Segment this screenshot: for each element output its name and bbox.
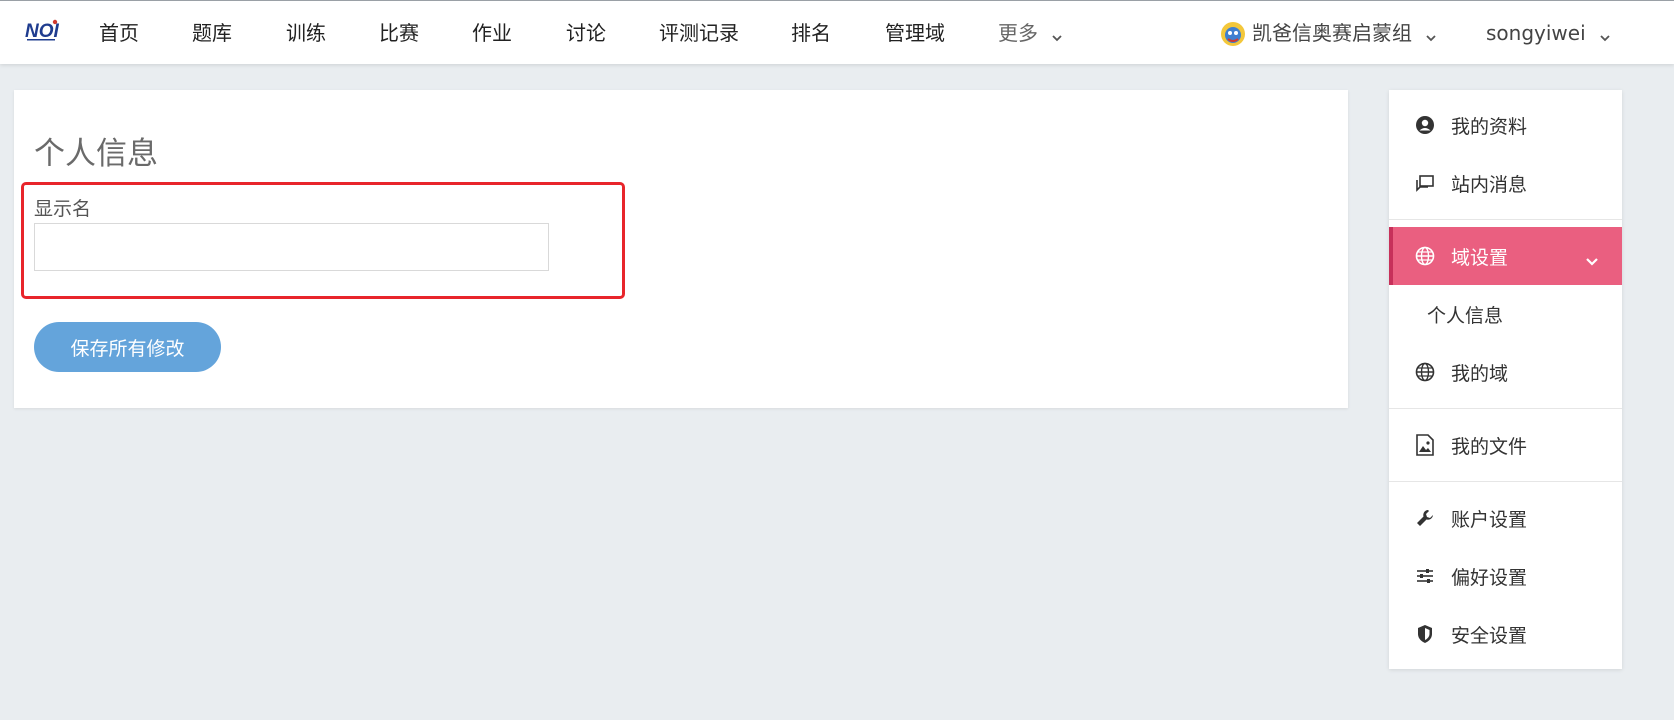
user-label: songyiwei — [1486, 21, 1586, 45]
group-label: 凯爸信奥赛启蒙组 — [1252, 21, 1412, 45]
sidebar-item-label: 安全设置 — [1451, 624, 1528, 647]
nav-problems[interactable]: 题库 — [192, 1, 232, 65]
sidebar-item-security[interactable]: 安全设置 — [1389, 605, 1622, 663]
sidebar-item-messages[interactable]: 站内消息 — [1389, 154, 1622, 212]
user-circle-icon — [1413, 113, 1437, 137]
nav-homework[interactable]: 作业 — [472, 1, 512, 65]
svg-text:NOI: NOI — [25, 21, 60, 42]
chevron-down-icon — [1052, 3, 1062, 67]
group-avatar-icon — [1220, 21, 1246, 47]
nav-manage-domain[interactable]: 管理域 — [885, 1, 945, 65]
display-name-input[interactable] — [34, 223, 549, 271]
nav-home[interactable]: 首页 — [99, 1, 139, 65]
nav-records[interactable]: 评测记录 — [659, 1, 739, 65]
nav-discussion[interactable]: 讨论 — [566, 1, 606, 65]
sidebar-item-label: 我的域 — [1451, 362, 1509, 385]
chevron-down-icon — [1426, 3, 1436, 67]
sidebar-item-domain-settings[interactable]: 域设置 — [1389, 227, 1622, 285]
sidebar-item-label: 域设置 — [1451, 246, 1509, 269]
nav-contests[interactable]: 比赛 — [379, 1, 419, 65]
wrench-icon — [1413, 506, 1437, 530]
sidebar-item-account-settings[interactable]: 账户设置 — [1389, 489, 1622, 547]
sidebar-item-label: 账户设置 — [1451, 508, 1528, 531]
chevron-down-icon — [1600, 3, 1610, 67]
sidebar-item-my-domains[interactable]: 我的域 — [1389, 343, 1622, 401]
sidebar-divider — [1389, 408, 1622, 409]
sidebar-item-personal-info[interactable]: 个人信息 — [1389, 285, 1622, 343]
sidebar-divider — [1389, 481, 1622, 482]
image-file-icon — [1413, 433, 1437, 457]
sidebar-item-preferences[interactable]: 偏好设置 — [1389, 547, 1622, 605]
sidebar-item-label: 个人信息 — [1427, 304, 1504, 327]
settings-sidebar: 我的资料 站内消息 域设置 个人信息 我的域 我的文件 账户设置 偏好设置 安全… — [1389, 90, 1622, 669]
sidebar-divider — [1389, 219, 1622, 220]
profile-card: 个人信息 显示名 保存所有修改 — [14, 90, 1348, 408]
message-icon — [1413, 171, 1437, 195]
sidebar-item-label: 我的资料 — [1451, 115, 1528, 138]
globe-icon — [1413, 360, 1437, 384]
user-menu[interactable]: songyiwei — [1486, 1, 1610, 65]
display-name-label: 显示名 — [34, 198, 92, 220]
nav-more-dropdown[interactable]: 更多 — [998, 1, 1062, 65]
group-switcher[interactable]: 凯爸信奥赛启蒙组 — [1252, 1, 1436, 65]
nav-more-label: 更多 — [998, 21, 1038, 45]
site-logo[interactable]: NOI — [24, 17, 60, 43]
sidebar-item-label: 偏好设置 — [1451, 566, 1528, 589]
nav-training[interactable]: 训练 — [286, 1, 326, 65]
chevron-down-icon — [1586, 249, 1598, 271]
sidebar-item-my-profile[interactable]: 我的资料 — [1389, 96, 1622, 154]
nav-ranking[interactable]: 排名 — [791, 1, 831, 65]
globe-icon — [1413, 244, 1437, 268]
page-title: 个人信息 — [34, 136, 158, 172]
shield-icon — [1413, 622, 1437, 646]
sidebar-item-label: 我的文件 — [1451, 435, 1528, 458]
top-nav-bar: NOI 首页 题库 训练 比赛 作业 讨论 评测记录 排名 管理域 更多 凯爸信… — [0, 0, 1674, 64]
sidebar-item-my-files[interactable]: 我的文件 — [1389, 416, 1622, 474]
sidebar-item-label: 站内消息 — [1451, 173, 1528, 196]
sliders-icon — [1413, 564, 1437, 588]
save-all-button[interactable]: 保存所有修改 — [34, 322, 221, 372]
